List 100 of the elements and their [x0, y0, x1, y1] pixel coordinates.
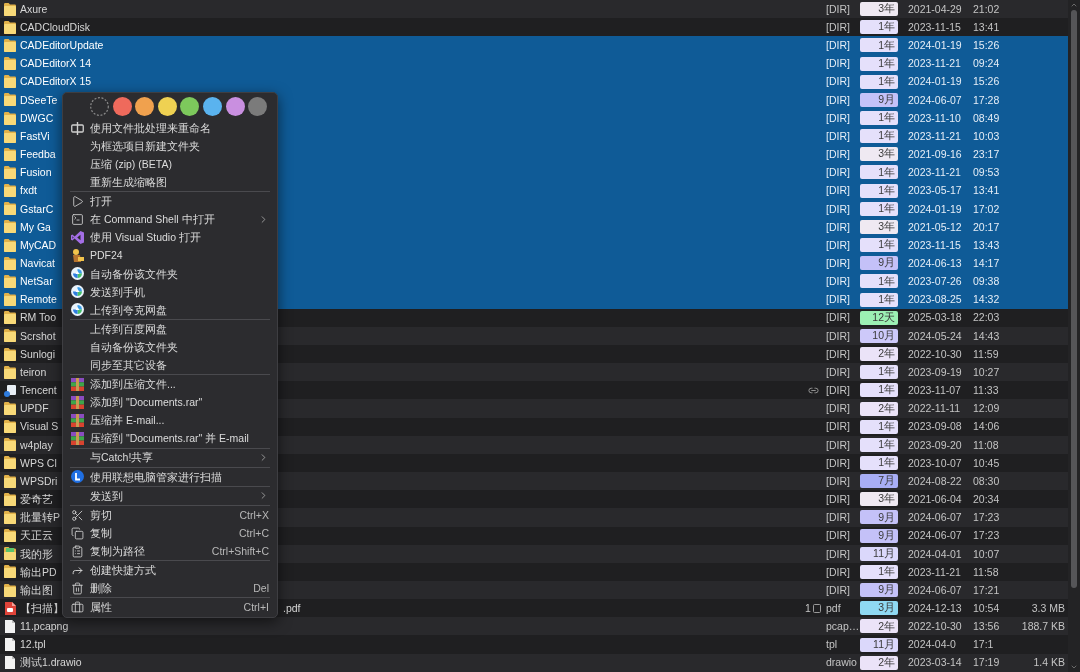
- age-badge: 9月: [860, 92, 898, 107]
- type-label: [DIR]: [826, 167, 850, 178]
- type-label: [DIR]: [826, 439, 850, 451]
- date-text: 2024-06-07: [908, 512, 962, 523]
- type-label: [DIR]: [826, 584, 850, 596]
- shortcut-text: Ctrl+C: [238, 527, 269, 539]
- file-name: Fusion: [20, 167, 52, 178]
- type-label: [DIR]: [826, 475, 850, 487]
- file-name: Navicat: [20, 258, 55, 269]
- date-text: 2023-11-21: [908, 566, 961, 578]
- type-label: [DIR]: [826, 548, 850, 559]
- age-badge: 12天: [860, 310, 898, 325]
- type-label: pdf: [826, 603, 841, 614]
- file-name: 天正云: [20, 530, 53, 541]
- size-text: 188.7 KB: [1021, 621, 1065, 632]
- age-badge: 10月: [860, 328, 898, 343]
- date-text: 2024-06-07: [908, 584, 962, 596]
- date-text: 2023-10-07: [908, 457, 962, 469]
- type-label: [DIR]: [826, 403, 850, 414]
- age-badge: 1年: [860, 419, 898, 434]
- time-text: 13:56: [973, 621, 1000, 632]
- type-label: [DIR]: [826, 457, 850, 469]
- time-text: 13:43: [973, 239, 1000, 251]
- time-text: 20:17: [973, 221, 1000, 233]
- file-name: Tencent: [20, 385, 57, 396]
- time-text: 09:53: [973, 167, 1000, 178]
- age-badge: 1年: [860, 20, 898, 35]
- age-badge: 3年: [860, 492, 898, 507]
- time-text: 08:49: [973, 112, 1000, 124]
- date-text: 2023-11-21: [908, 167, 961, 178]
- date-text: 2024-05-24: [908, 330, 962, 342]
- time-text: 11:58: [973, 566, 999, 578]
- date-text: 2024-01-19: [908, 40, 962, 51]
- age-badge: 1年: [860, 365, 898, 380]
- date-text: 2024-04-01: [908, 548, 962, 559]
- time-text: 10:03: [973, 130, 1000, 142]
- type-label: [DIR]: [826, 494, 850, 505]
- time-text: 10:07: [973, 548, 1000, 559]
- age-badge: 9月: [860, 510, 898, 525]
- file-name: UPDF: [20, 403, 49, 414]
- age-badge: 2年: [860, 619, 898, 634]
- date-text: 2024-06-13: [908, 258, 962, 269]
- type-label: [DIR]: [826, 312, 850, 323]
- file-name: w4play: [20, 439, 53, 451]
- time-text: 10:45: [973, 457, 1000, 469]
- file-name: 【扫描】: [20, 603, 64, 614]
- type-label: [DIR]: [826, 94, 850, 106]
- time-text: 23:17: [973, 149, 1000, 160]
- type-label: [DIR]: [826, 185, 850, 196]
- date-text: 2024-06-07: [908, 530, 962, 541]
- date-text: 2023-11-15: [908, 22, 961, 33]
- date-text: 2022-10-30: [908, 621, 962, 632]
- type-label: tpl: [826, 639, 838, 650]
- time-text: 14:17: [973, 258, 1000, 269]
- date-text: 2023-11-10: [908, 112, 961, 124]
- time-text: 20:34: [973, 494, 1000, 505]
- date-text: 2024-06-07: [908, 94, 962, 106]
- age-badge: 1年: [860, 238, 898, 253]
- count-text: 1: [805, 603, 811, 614]
- file-name: CADEditorUpdate: [20, 40, 104, 51]
- age-badge: 9月: [860, 583, 898, 598]
- time-text: 14:43: [973, 330, 1000, 342]
- time-text: 15:26: [973, 76, 1000, 87]
- date-text: 2022-11-11: [908, 403, 961, 414]
- time-text: 17:23: [973, 512, 1000, 523]
- file-name: Visual S: [20, 421, 59, 432]
- file-name: Sunlogi: [20, 348, 56, 360]
- type-label: [DIR]: [826, 330, 850, 342]
- date-text: 2023-11-21: [908, 130, 961, 142]
- age-badge: 1年: [860, 437, 898, 452]
- date-text: 2024-01-19: [908, 203, 962, 215]
- type-label: [DIR]: [826, 294, 850, 305]
- time-text: 22:03: [973, 312, 1000, 323]
- date-text: 2024-08-22: [908, 475, 962, 487]
- type-label: [DIR]: [826, 130, 850, 142]
- type-label: [DIR]: [826, 203, 850, 215]
- time-text: 13:41: [973, 22, 1000, 33]
- file-name: fxdt: [20, 185, 37, 196]
- file-name: teiron: [20, 366, 47, 378]
- shortcut-text: Del: [253, 583, 269, 594]
- date-text: 2023-09-08: [908, 421, 962, 432]
- file-name: DSeeTe: [20, 94, 58, 106]
- date-text: 2022-10-30: [908, 348, 962, 360]
- file-name: Axure: [20, 3, 48, 15]
- age-badge: 1年: [860, 38, 898, 53]
- age-badge: 1年: [860, 292, 898, 307]
- age-badge: 9月: [860, 256, 898, 271]
- age-badge: 1年: [860, 183, 898, 198]
- file-name: 11.pcapng: [20, 621, 69, 632]
- time-text: 08:30: [973, 475, 1000, 487]
- type-label: [DIR]: [826, 512, 850, 523]
- size-text: 3.3 MB: [1031, 603, 1065, 614]
- file-name: MyCAD: [20, 239, 57, 251]
- age-badge: 3年: [860, 147, 898, 162]
- date-text: 2023-11-15: [908, 239, 961, 251]
- time-text: 15:26: [973, 40, 1000, 51]
- type-label: [DIR]: [826, 276, 850, 287]
- date-text: 2023-09-20: [908, 439, 962, 451]
- age-badge: 2年: [860, 401, 898, 416]
- file-name: CADCloudDisk: [20, 22, 91, 33]
